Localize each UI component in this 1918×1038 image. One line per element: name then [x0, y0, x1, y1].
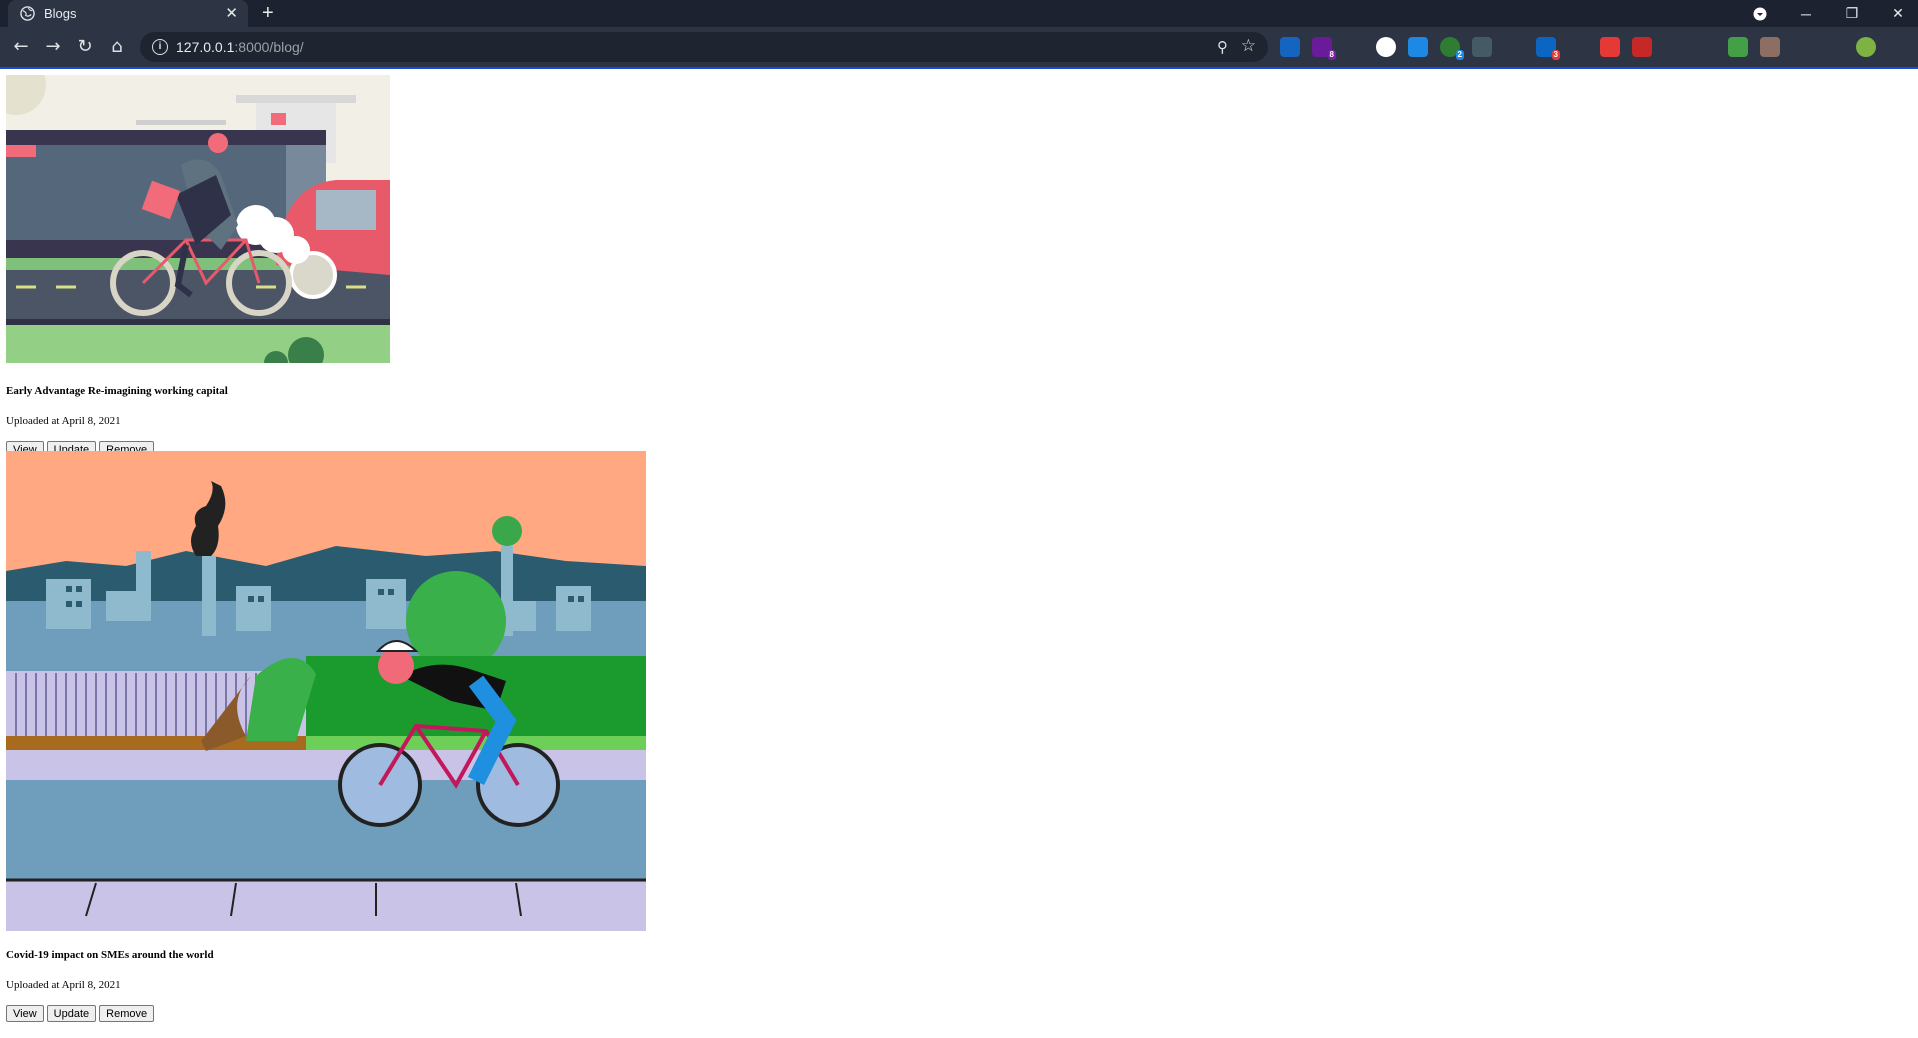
puzzle-badge-icon[interactable]: 8 [1312, 37, 1336, 60]
v-icon[interactable] [1792, 37, 1812, 57]
s-icon[interactable] [1280, 37, 1300, 57]
address-bar[interactable]: i 127.0.0.1:8000/blog/ ⚲ ☆ [140, 32, 1268, 62]
new-tab-icon[interactable]: + [262, 2, 274, 25]
tab-strip: Blogs ✕ + ─ ❐ ✕ [0, 0, 1918, 27]
green-dot-icon[interactable]: 2 [1440, 37, 1464, 60]
post-title: Early Advantage Re-imagining working cap… [6, 385, 228, 397]
profile-avatar-icon[interactable] [1856, 37, 1876, 57]
profile-menu-icon[interactable] [1740, 0, 1780, 27]
post-title: Covid-19 impact on SMEs around the world [6, 949, 214, 961]
remove-button[interactable]: Remove [99, 1005, 155, 1022]
tab-title: Blogs [44, 6, 77, 21]
forward-icon[interactable]: → [42, 36, 64, 58]
update-button[interactable]: Update [46, 1005, 97, 1022]
browser-toolbar: ← → ↻ ⌂ i 127.0.0.1:8000/blog/ ⚲ ☆ 8 2 3 [0, 27, 1918, 67]
circle-face-icon[interactable] [1376, 37, 1396, 57]
extensions-area: 8 2 3 [1280, 37, 1876, 60]
globe-icon[interactable] [1696, 37, 1716, 57]
post-image [6, 451, 646, 931]
active-tab[interactable]: Blogs ✕ [8, 0, 248, 27]
restore-icon[interactable]: ❐ [1832, 0, 1872, 27]
close-window-icon[interactable]: ✕ [1878, 0, 1918, 27]
minimize-icon[interactable]: ─ [1786, 0, 1826, 27]
s-square-icon[interactable] [1408, 37, 1428, 57]
columns-icon[interactable] [1504, 37, 1524, 57]
extension-badge: 8 [1327, 50, 1336, 60]
post-image [6, 75, 390, 363]
glasses-icon[interactable] [1760, 37, 1780, 57]
extension-badge: 2 [1455, 50, 1464, 60]
site-info-icon[interactable]: i [152, 39, 168, 55]
blog-post: Early Advantage Re-imagining working cap… [6, 75, 390, 458]
extension-badge: 3 [1551, 50, 1560, 60]
atom-icon[interactable] [1344, 37, 1364, 57]
post-actions: View Update Remove [6, 1005, 155, 1022]
u-icon[interactable] [1728, 37, 1748, 57]
abp-icon[interactable] [1632, 37, 1652, 57]
url-text[interactable]: 127.0.0.1:8000/blog/ [176, 39, 876, 55]
bookmark-star-icon[interactable]: ☆ [1241, 36, 1256, 56]
cursor-icon[interactable] [1664, 37, 1684, 57]
reload-icon[interactable]: ↻ [74, 36, 96, 58]
post-upload-date: Uploaded at April 8, 2021 [6, 979, 121, 991]
tp-icon[interactable] [1600, 37, 1620, 57]
recycle-icon[interactable] [1472, 37, 1492, 57]
url-host: 127.0.0.1 [176, 39, 235, 55]
blog-post: Covid-19 impact on SMEs around the world… [6, 451, 646, 1022]
post-upload-date: Uploaded at April 8, 2021 [6, 415, 121, 427]
home-icon[interactable]: ⌂ [106, 36, 128, 58]
view-button[interactable]: View [6, 1005, 44, 1022]
puzzle-icon[interactable] [1824, 37, 1844, 57]
window-icon[interactable] [1568, 37, 1588, 57]
zoom-icon[interactable]: ⚲ [1217, 38, 1228, 56]
globe-favicon-icon [20, 6, 35, 21]
linkedin-icon[interactable]: 3 [1536, 37, 1560, 60]
loading-bar [0, 67, 1918, 69]
back-icon[interactable]: ← [10, 36, 32, 58]
url-path: :8000/blog/ [234, 39, 304, 55]
close-tab-icon[interactable]: ✕ [225, 4, 238, 22]
